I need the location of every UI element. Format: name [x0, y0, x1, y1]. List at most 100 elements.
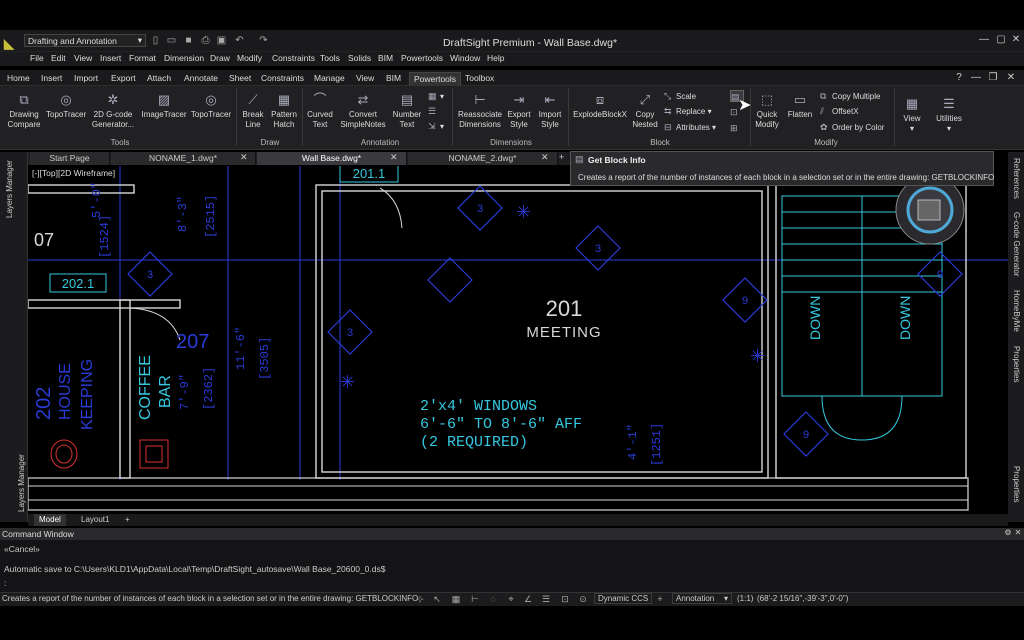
help-icon[interactable]: ?: [953, 72, 965, 84]
tab-powertools[interactable]: Powertools: [409, 72, 462, 86]
restore-doc-button[interactable]: ❐: [987, 72, 999, 84]
menu-edit[interactable]: Edit: [51, 53, 66, 63]
redo-icon[interactable]: ↷: [258, 35, 269, 46]
number-text-button[interactable]: ▤ Number Text: [390, 92, 424, 130]
menu-bim[interactable]: BIM: [378, 53, 393, 63]
drawing-canvas[interactable]: 3 3 3 3 9 9 9 ✳ ✳ ✳ 201 MEETING 207 07 202…: [28, 166, 1008, 514]
flatten-button[interactable]: ▭ Flatten: [784, 92, 816, 120]
doc-tab-start-page[interactable]: Start Page: [30, 152, 110, 165]
menu-dimension[interactable]: Dimension: [164, 53, 204, 63]
tab-bim[interactable]: BIM: [382, 72, 405, 86]
tab-manage[interactable]: Manage: [310, 72, 349, 86]
annotation-small-1-button[interactable]: ▦ ▾: [428, 90, 444, 102]
references-panel-tab[interactable]: References: [1012, 158, 1021, 199]
tab-toolbox[interactable]: Toolbox: [461, 72, 498, 86]
pattern-hatch-button[interactable]: ▦ Pattern Hatch: [268, 92, 300, 130]
menu-view[interactable]: View: [74, 53, 92, 63]
viewport-label[interactable]: [-][Top][2D Wireframe]: [32, 168, 115, 178]
homebyme-panel-tab[interactable]: HomeByMe: [1012, 290, 1021, 332]
save-icon[interactable]: ■: [183, 35, 194, 46]
order-by-color-button[interactable]: ✿ Order by Color: [820, 121, 884, 133]
tab-export[interactable]: Export: [107, 72, 140, 86]
new-tab-icon[interactable]: +: [559, 152, 564, 162]
offsetx-button[interactable]: ⫽ OffsetX: [820, 105, 859, 117]
tab-layout1[interactable]: Layout1: [76, 514, 114, 526]
tab-annotate[interactable]: Annotate: [180, 72, 222, 86]
open-folder-icon[interactable]: ▭: [166, 35, 177, 46]
imagetracer-button[interactable]: ▨ ImageTracer: [140, 92, 188, 120]
properties-panel-tab-2[interactable]: Properties: [1012, 466, 1021, 502]
explodeblockx-button[interactable]: ⧈ ExplodeBlockX: [572, 92, 628, 120]
tab-insert[interactable]: Insert: [37, 72, 66, 86]
minimize-doc-button[interactable]: —: [970, 72, 982, 84]
doc-tab-wall-base[interactable]: Wall Base.dwg*: [257, 152, 407, 165]
import-style-button[interactable]: ⇤ Import Style: [536, 92, 564, 130]
esnap-icon[interactable]: ⌖: [506, 594, 516, 604]
block-small-3-button[interactable]: ⊞: [730, 122, 742, 134]
cursor-select-icon[interactable]: ↖: [432, 594, 442, 604]
print-icon[interactable]: ⎙: [200, 35, 211, 46]
doc-tab-noname-1[interactable]: NONAME_1.dwg*: [111, 152, 256, 165]
gcode-generator-button[interactable]: ✲ 2D G-code Generator...: [90, 92, 136, 130]
break-line-button[interactable]: ⟋ Break Line: [240, 92, 266, 130]
ortho-icon[interactable]: ⊢: [470, 594, 480, 604]
tab-home[interactable]: Home: [3, 72, 34, 86]
print-preview-icon[interactable]: ▣: [216, 35, 227, 46]
menu-constraints[interactable]: Constraints: [272, 53, 315, 63]
draftsight-logo-icon[interactable]: ◣: [4, 36, 20, 51]
etrack-icon[interactable]: ∠: [523, 594, 533, 604]
curved-text-button[interactable]: ⌒ Curved Text: [304, 92, 336, 130]
block-scale-button[interactable]: ⤡ Scale: [664, 90, 696, 102]
command-close-icon[interactable]: ✕: [1012, 528, 1024, 540]
menu-powertools[interactable]: Powertools: [401, 53, 443, 63]
topotracer-button[interactable]: ◎ TopoTracer: [46, 92, 86, 120]
tab-view[interactable]: View: [352, 72, 378, 86]
selection-cycle-icon[interactable]: ⊙: [578, 594, 588, 604]
drawing-compare-button[interactable]: ⧉ Drawing Compare: [6, 92, 42, 130]
close-tab-icon[interactable]: ✕: [390, 152, 398, 163]
tab-import[interactable]: Import: [70, 72, 102, 86]
menu-solids[interactable]: Solids: [348, 53, 371, 63]
annotation-scale-select[interactable]: Annotation ▾: [672, 593, 732, 604]
export-style-button[interactable]: ⇥ Export Style: [506, 92, 532, 130]
reassociate-dimensions-button[interactable]: ⊢ Reassociate Dimensions: [456, 92, 504, 130]
menu-help[interactable]: Help: [487, 53, 504, 63]
layers-manager-panel-tab[interactable]: Layers Manager: [5, 160, 14, 218]
add-layout-icon[interactable]: +: [120, 514, 135, 526]
doc-tab-noname-2[interactable]: NONAME_2.dwg*: [408, 152, 558, 165]
new-file-icon[interactable]: ▯: [150, 35, 161, 46]
undo-icon[interactable]: ↶: [234, 35, 245, 46]
quick-modify-button[interactable]: ⬚ Quick Modify: [752, 92, 782, 130]
menu-insert[interactable]: Insert: [100, 53, 121, 63]
convert-simplenotes-button[interactable]: ⇄ Convert SimpleNotes: [338, 92, 388, 130]
close-tab-icon[interactable]: ✕: [541, 152, 549, 163]
tab-attach[interactable]: Attach: [143, 72, 175, 86]
block-attributes-button[interactable]: ⊟ Attributes ▾: [664, 121, 716, 133]
annotation-small-3-button[interactable]: ⇲ ▾: [428, 120, 444, 132]
copy-multiple-button[interactable]: ⧉ Copy Multiple: [820, 90, 880, 102]
quick-input-icon[interactable]: ⊡: [560, 594, 570, 604]
grid-icon[interactable]: ▦: [451, 594, 461, 604]
polar-icon[interactable]: ◌: [488, 594, 498, 604]
properties-panel-tab[interactable]: Properties: [1012, 346, 1021, 382]
menu-file[interactable]: File: [30, 53, 44, 63]
layers-manager-panel-tab-2[interactable]: Layers Manager: [17, 454, 26, 512]
menu-draw[interactable]: Draw: [210, 53, 230, 63]
block-replace-button[interactable]: ⇆ Replace ▾: [664, 105, 712, 117]
utilities-button[interactable]: ☰ Utilities ▾: [932, 96, 966, 134]
add-icon[interactable]: +: [655, 594, 665, 604]
close-window-button[interactable]: ✕: [1010, 34, 1022, 46]
maximize-button[interactable]: ▢: [995, 34, 1007, 46]
workspace-select[interactable]: Drafting and Annotation ▾: [24, 34, 146, 47]
menu-format[interactable]: Format: [129, 53, 156, 63]
close-tab-icon[interactable]: ✕: [240, 152, 248, 163]
menu-modify[interactable]: Modify: [237, 53, 262, 63]
copy-nested-button[interactable]: ⤢ Copy Nested: [630, 92, 660, 130]
menu-tools[interactable]: Tools: [320, 53, 340, 63]
dynamic-ccs-toggle[interactable]: Dynamic CCS: [594, 593, 653, 604]
lineweight-icon[interactable]: ☰: [541, 594, 551, 604]
menu-window[interactable]: Window: [450, 53, 480, 63]
close-doc-button[interactable]: ✕: [1005, 72, 1017, 84]
minimize-button[interactable]: —: [978, 34, 990, 46]
tab-constraints[interactable]: Constraints: [257, 72, 308, 86]
